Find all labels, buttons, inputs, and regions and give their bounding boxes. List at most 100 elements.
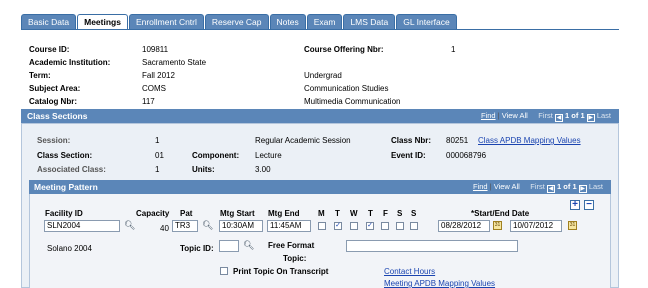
meeting-apdb-link[interactable]: Meeting APDB Mapping Values xyxy=(384,278,495,288)
class-sections-nav: Find | View All First ◀ 1 of 1 ▶ Last xyxy=(480,111,611,122)
class-nbr-label: Class Nbr: xyxy=(391,136,432,145)
delete-row-icon[interactable]: − xyxy=(584,200,594,210)
tab-basic-data[interactable]: Basic Data xyxy=(21,14,77,29)
find-link[interactable]: Find xyxy=(481,111,496,120)
day-checkbox-sat[interactable] xyxy=(396,222,404,230)
associated-class-value: 1 xyxy=(155,165,160,174)
tab-bar: Basic Data Meetings Enrollment Cntrl Res… xyxy=(21,14,458,30)
mtg-start-label: Mtg Start xyxy=(220,209,255,218)
tab-gl-interface[interactable]: GL Interface xyxy=(396,14,457,29)
day-label-mon: M xyxy=(318,209,325,218)
class-sections-header: Class Sections Find | View All First ◀ 1… xyxy=(21,109,619,123)
event-id-label: Event ID: xyxy=(391,151,426,160)
tab-lms-data[interactable]: LMS Data xyxy=(343,14,396,29)
term-value: Fall 2012 xyxy=(142,71,175,80)
course-offering-label: Course Offering Nbr: xyxy=(304,45,384,54)
course-id-label: Course ID: xyxy=(29,45,70,54)
day-checkbox-fri[interactable] xyxy=(381,222,389,230)
subject-desc: Communication Studies xyxy=(304,84,389,93)
meeting-pattern-nav: Find | View All First ◀ 1 of 1 ▶ Last xyxy=(472,182,603,193)
facility-lookup-search-icon[interactable]: 🔍︎ xyxy=(124,221,135,230)
term-label: Term: xyxy=(29,71,51,80)
facility-id-input[interactable]: SLN2004 xyxy=(44,220,120,232)
day-checkbox-mon[interactable] xyxy=(318,222,326,230)
tab-divider xyxy=(21,29,619,30)
catalog-desc: Multimedia Communication xyxy=(304,97,401,106)
facility-id-label: Facility ID xyxy=(45,209,83,218)
topic-lookup-search-icon[interactable]: 🔍︎ xyxy=(243,241,254,250)
tab-notes[interactable]: Notes xyxy=(269,14,306,29)
meeting-pattern-header: Meeting Pattern Find | View All First ◀ … xyxy=(29,180,611,194)
day-checkbox-wed[interactable] xyxy=(350,222,358,230)
mp-find-link[interactable]: Find xyxy=(473,182,488,191)
first-label: First xyxy=(538,111,553,120)
topic-id-input[interactable] xyxy=(219,240,239,252)
day-label-wed: W xyxy=(350,209,358,218)
free-format-label: Free Format xyxy=(268,241,315,250)
course-id-value: 109811 xyxy=(142,45,169,54)
mp-next-arrow-icon[interactable]: ▶ xyxy=(578,185,587,193)
component-label: Component: xyxy=(192,151,240,160)
day-label-tue: T xyxy=(335,209,340,218)
mp-view-all-link[interactable]: View All xyxy=(494,182,520,191)
end-date-input[interactable]: 10/07/2012 xyxy=(510,220,562,232)
event-id-value: 000068796 xyxy=(446,151,487,160)
mp-last-label: Last xyxy=(588,182,603,191)
add-row-icon[interactable]: + xyxy=(570,200,580,210)
mp-first-label: First xyxy=(530,182,545,191)
next-arrow-icon[interactable]: ▶ xyxy=(586,114,595,122)
class-apdb-link[interactable]: Class APDB Mapping Values xyxy=(478,135,581,146)
day-checkbox-thu[interactable]: ✓ xyxy=(366,222,374,230)
topic-id-label: Topic ID: xyxy=(180,244,214,253)
institution-label: Academic Institution: xyxy=(29,58,111,67)
catalog-value: 117 xyxy=(142,97,155,106)
view-all-link[interactable]: View All xyxy=(502,111,528,120)
facility-description: Solano 2004 xyxy=(47,244,92,253)
day-checkbox-sun[interactable] xyxy=(410,222,418,230)
day-checkbox-tue[interactable]: ✓ xyxy=(334,222,342,230)
institution-value: Sacramento State xyxy=(142,58,207,67)
pat-lookup-search-icon[interactable]: 🔍︎ xyxy=(202,221,213,230)
meeting-pattern-title: Meeting Pattern xyxy=(34,182,98,192)
class-section-value: 01 xyxy=(155,151,164,160)
units-label: Units: xyxy=(192,165,215,174)
start-end-date-label: *Start/End Date xyxy=(471,209,530,218)
associated-class-label: Associated Class: xyxy=(37,165,106,174)
class-sections-title: Class Sections xyxy=(27,111,88,121)
catalog-label: Catalog Nbr: xyxy=(29,97,77,106)
free-format-topic-input[interactable] xyxy=(346,240,518,252)
contact-hours-link[interactable]: Contact Hours xyxy=(384,266,435,277)
session-desc: Regular Academic Session xyxy=(255,136,351,145)
tab-reserve-cap[interactable]: Reserve Cap xyxy=(204,14,269,29)
print-topic-checkbox[interactable] xyxy=(220,267,228,275)
class-section-label: Class Section: xyxy=(37,151,93,160)
day-label-sat: S xyxy=(397,209,403,218)
mtg-end-input[interactable]: 11:45AM xyxy=(267,220,311,232)
career-value: Undergrad xyxy=(304,71,342,80)
session-value: 1 xyxy=(155,136,160,145)
free-format-topic-label: Topic: xyxy=(283,254,307,263)
tab-meetings[interactable]: Meetings xyxy=(77,14,128,30)
pat-label: Pat xyxy=(180,209,193,218)
tab-enrollment-cntrl[interactable]: Enrollment Cntrl xyxy=(128,14,204,29)
capacity-label: Capacity xyxy=(136,209,170,218)
tab-exam[interactable]: Exam xyxy=(306,14,343,29)
pat-input[interactable]: TR3 xyxy=(172,220,198,232)
day-label-fri: F xyxy=(383,209,388,218)
capacity-value: 40 xyxy=(160,224,169,233)
course-offering-value: 1 xyxy=(451,45,456,54)
mtg-start-input[interactable]: 10:30AM xyxy=(219,220,263,232)
session-label: Session: xyxy=(37,136,71,145)
subject-label: Subject Area: xyxy=(29,84,81,93)
start-date-calendar-icon[interactable]: 31 xyxy=(493,221,502,230)
mp-prev-arrow-icon[interactable]: ◀ xyxy=(546,185,555,193)
row-count: 1 of 1 xyxy=(565,111,585,120)
print-topic-label: Print Topic On Transcript xyxy=(233,267,329,276)
component-value: Lecture xyxy=(255,151,282,160)
prev-arrow-icon[interactable]: ◀ xyxy=(554,114,563,122)
start-date-input[interactable]: 08/28/2012 xyxy=(438,220,490,232)
day-label-sun: S xyxy=(411,209,417,218)
last-label: Last xyxy=(596,111,611,120)
class-nbr-value: 80251 xyxy=(446,136,469,145)
end-date-calendar-icon[interactable]: 31 xyxy=(568,221,577,230)
